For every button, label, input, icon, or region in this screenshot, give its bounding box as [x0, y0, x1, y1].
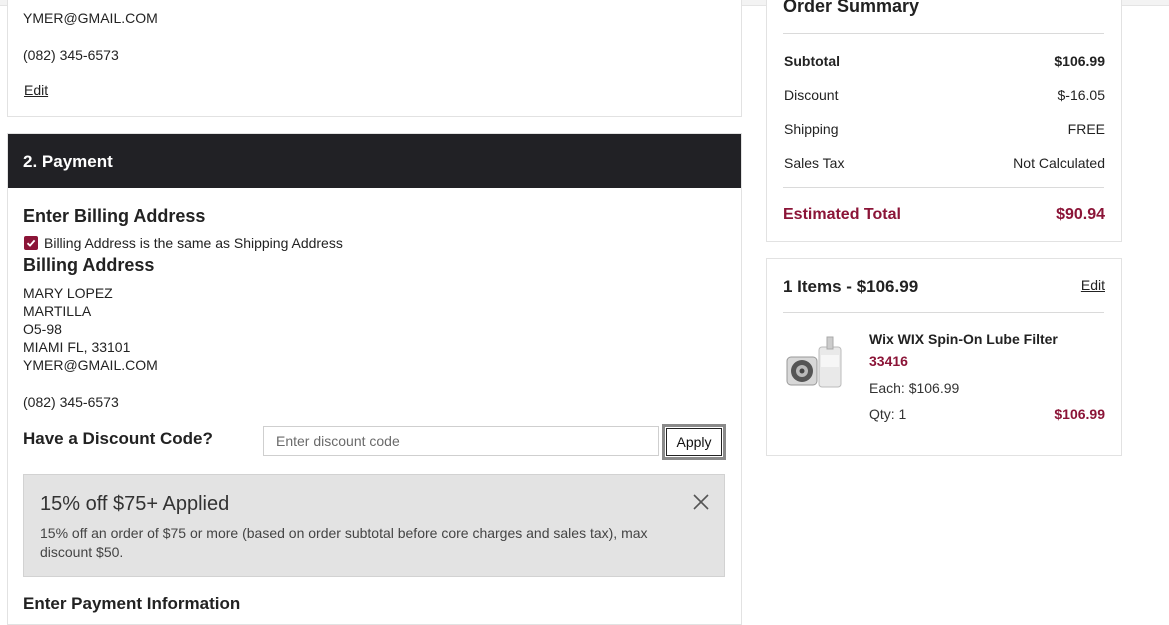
billing-city-state-zip: MIAMI FL, 33101: [23, 339, 131, 355]
payment-header: 2. Payment: [8, 134, 741, 188]
billing-line2: O5-98: [23, 321, 62, 337]
divider: [783, 33, 1104, 34]
billing-phone: (082) 345-6573: [23, 394, 119, 410]
subtotal-label: Subtotal: [784, 53, 840, 69]
product-each-price: Each: $106.99: [869, 380, 960, 396]
items-edit-link[interactable]: Edit: [1081, 277, 1105, 293]
discount-value: $-16.05: [1057, 87, 1105, 103]
payment-header-title: 2. Payment: [23, 152, 113, 171]
billing-email: YMER@GMAIL.COM: [23, 357, 158, 373]
discount-label: Discount: [784, 87, 839, 103]
promo-title: 15% off $75+ Applied: [40, 493, 230, 515]
sales-tax-value: Not Calculated: [1013, 155, 1105, 171]
product-line-total: $106.99: [1054, 406, 1105, 422]
billing-heading: Enter Billing Address: [23, 206, 206, 226]
order-summary: Order Summary Subtotal $106.99 Discount …: [766, 0, 1122, 242]
billing-name: MARY LOPEZ: [23, 285, 113, 301]
estimated-total-label: Estimated Total: [783, 206, 901, 223]
close-icon[interactable]: [691, 492, 711, 512]
same-as-shipping-checkbox[interactable]: [24, 236, 38, 250]
same-as-shipping-label[interactable]: Billing Address is the same as Shipping …: [44, 235, 343, 251]
shipping-label: Shipping: [784, 121, 839, 137]
billing-line1: MARTILLA: [23, 303, 92, 319]
order-summary-title: Order Summary: [783, 0, 920, 16]
cart-items-panel: 1 Items - $106.99 Edit Wix WIX Spin-On L…: [766, 258, 1122, 456]
promo-description: 15% off an order of $75 or more (based o…: [40, 525, 648, 560]
shipping-phone: (082) 345-6573: [23, 47, 119, 63]
billing-address-heading: Billing Address: [23, 255, 155, 275]
items-heading: 1 Items - $106.99: [783, 277, 919, 296]
shipping-email: YMER@GMAIL.COM: [23, 10, 158, 26]
product-name[interactable]: Wix WIX Spin-On Lube Filter: [869, 331, 1058, 347]
product-part-number: 33416: [869, 353, 908, 369]
oil-filter-product-image: [786, 336, 842, 388]
shipping-edit-link[interactable]: Edit: [24, 82, 48, 98]
payment-section: 2. Payment Enter Billing Address Billing…: [7, 133, 742, 625]
sales-tax-label: Sales Tax: [784, 155, 845, 171]
divider: [783, 187, 1104, 188]
product-quantity: Qty: 1: [869, 406, 907, 422]
apply-discount-button[interactable]: Apply: [662, 424, 726, 460]
subtotal-value: $106.99: [1054, 53, 1105, 69]
shipping-value: FREE: [1067, 121, 1105, 137]
discount-heading: Have a Discount Code?: [23, 429, 213, 448]
divider: [783, 312, 1104, 313]
discount-code-input[interactable]: [263, 426, 659, 456]
applied-promo-banner: 15% off $75+ Applied 15% off an order of…: [23, 474, 725, 577]
checkmark-icon: [26, 239, 36, 247]
estimated-total-value: $90.94: [1056, 206, 1105, 223]
shipping-section: YMER@GMAIL.COM (082) 345-6573 Edit: [7, 0, 742, 117]
payment-info-heading: Enter Payment Information: [23, 594, 241, 613]
